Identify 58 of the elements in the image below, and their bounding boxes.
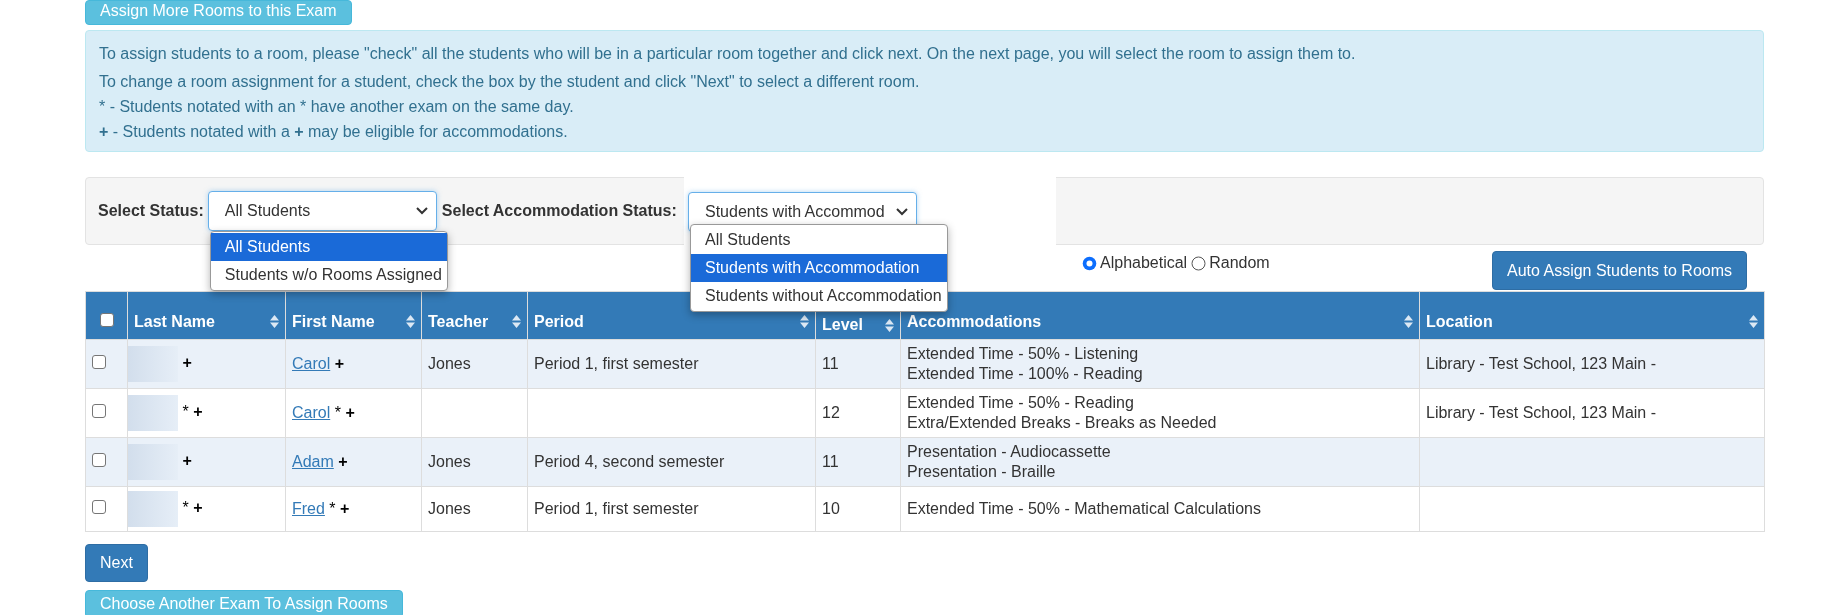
first-name-cell: Carol * + [292, 404, 355, 421]
blurred-name [128, 346, 178, 382]
info-text: + - Students notated with a + may be eligible for accommodations. [99, 122, 569, 142]
dropdown-option[interactable]: Students without Accommodation [691, 282, 947, 310]
teacher-cell: Jones [428, 355, 471, 372]
row-checkbox[interactable] [92, 500, 106, 514]
info-text: To assign students to a room, please "check" all the students who will be in a particular room together and click next. On the next page, you will select the room to assign them to. [99, 44, 1357, 64]
level-cell: 12 [822, 404, 840, 421]
name-marks: * + [181, 499, 203, 517]
blurred-name [128, 395, 178, 431]
first-name-cell: Adam + [292, 453, 348, 470]
blurred-name [128, 444, 178, 480]
dropdown-option[interactable]: Students with Accommodation [691, 254, 947, 282]
accommodation-text: Presentation - Audiocassette [907, 442, 1112, 462]
select-all-checkbox[interactable] [99, 312, 114, 327]
location-cell: Library - Test School, 123 Main - [1426, 355, 1657, 372]
next-button[interactable]: Next [85, 544, 148, 582]
chevron-down-icon [896, 208, 908, 216]
row-checkbox[interactable] [92, 355, 106, 369]
info-text: To change a room assignment for a student, check the box by the student and click "Next" to select a different room. [99, 72, 921, 92]
radio-button[interactable] [1082, 255, 1097, 271]
radio-button[interactable] [1191, 255, 1207, 271]
name-marks: + [181, 354, 192, 372]
column-header[interactable]: Accommodations [907, 309, 1042, 334]
radio-label: Random [1209, 253, 1270, 273]
teacher-cell: Jones [428, 500, 471, 517]
blurred-name [128, 491, 178, 527]
first-name-cell: Fred * + [292, 500, 350, 517]
level-cell: 11 [822, 453, 839, 470]
first-name-cell: Carol + [292, 355, 345, 372]
accommodation-text: Extended Time - 50% - Reading [907, 393, 1135, 413]
filter-label: Select Status: [98, 201, 204, 221]
level-cell: 11 [822, 355, 839, 372]
info-text: * - Students notated with an * have another exam on the same day. [99, 97, 575, 117]
name-marks: * + [181, 403, 203, 421]
period-cell: Period 1, first semester [534, 500, 699, 517]
accommodation-text: Extended Time - 50% - Listening [907, 344, 1140, 364]
level-cell: 10 [822, 500, 840, 517]
location-cell: Library - Test School, 123 Main - [1426, 404, 1657, 421]
period-cell: Period 4, second semester [534, 453, 725, 470]
chevron-down-icon [415, 207, 428, 215]
filter-label: Select Accommodation Status: [441, 201, 677, 221]
accommodation-text: Extended Time - 50% - Mathematical Calculations [907, 499, 1262, 519]
auto-assign-button[interactable]: Auto Assign Students to Rooms [1492, 251, 1747, 290]
row-checkbox[interactable] [92, 404, 106, 418]
accommodation-text: Extra/Extended Breaks - Breaks as Needed [907, 413, 1218, 433]
row-checkbox[interactable] [92, 453, 106, 467]
teacher-cell: Jones [428, 453, 471, 470]
accommodation-text: Extended Time - 100% - Reading [907, 364, 1144, 384]
dropdown-select[interactable]: All Students [207, 191, 437, 231]
name-marks: + [181, 452, 192, 470]
column-header[interactable]: Period [534, 309, 584, 334]
dropdown-option[interactable]: Students w/o Rooms Assigned [210, 261, 447, 289]
column-header[interactable]: Location [1426, 309, 1493, 334]
radio-label: Alphabetical [1100, 253, 1188, 273]
period-cell: Period 1, first semester [534, 355, 699, 372]
dropdown-option[interactable]: All Students [210, 233, 447, 261]
accommodation-text: Presentation - Braille [907, 462, 1057, 482]
